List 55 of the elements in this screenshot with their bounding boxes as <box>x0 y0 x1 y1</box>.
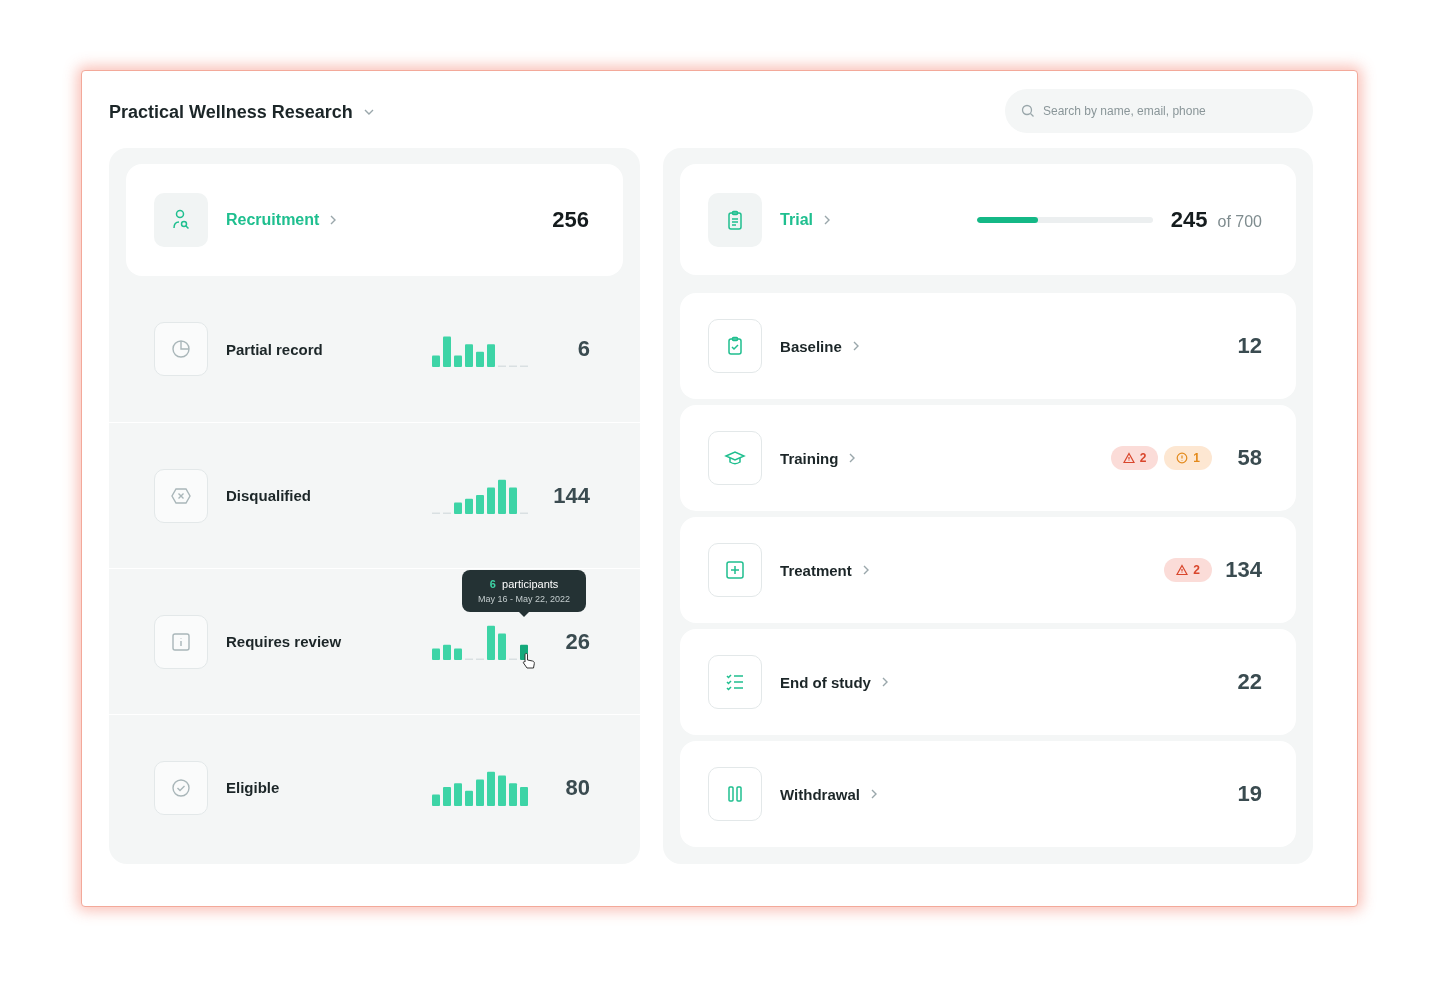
trial-label: Trial <box>780 210 813 229</box>
checklist-icon <box>708 655 763 709</box>
row-label: Requires review <box>226 633 342 650</box>
info-icon <box>154 614 208 669</box>
trial-card[interactable]: Trial 245 of 700 <box>680 164 1296 275</box>
recruitment-row[interactable]: Requires review 6 participants May 16 - May 22, 2022 26 <box>109 568 641 714</box>
hexagon-x-icon <box>154 468 208 523</box>
tooltip-date: May 16 - May 22, 2022 <box>478 593 571 604</box>
chevron-icon <box>880 676 889 688</box>
row-label: Partial record <box>226 340 323 358</box>
chevron-icon <box>869 788 878 800</box>
stage-count: 58 <box>1236 445 1262 471</box>
search-field[interactable]: Search by name, email, phone <box>1005 88 1313 133</box>
stage-label: Baseline <box>780 337 842 355</box>
recruitment-row[interactable]: Eligible 80 <box>109 714 641 860</box>
hand-cursor-icon <box>522 651 537 670</box>
trial-count: 245 <box>1170 206 1208 233</box>
stage-count: 134 <box>1224 557 1262 583</box>
recruitment-label: Recruitment <box>226 211 320 229</box>
plus-square-icon <box>708 543 763 597</box>
stage-label: Withdrawal <box>780 785 860 803</box>
clipboard-check-icon <box>708 319 763 373</box>
row-count: 80 <box>564 774 591 801</box>
tooltip-count: 6 participants <box>488 577 560 590</box>
trial-total: of 700 <box>1217 212 1262 231</box>
stage-count: 12 <box>1236 333 1262 359</box>
pause-icon <box>708 767 763 821</box>
chevron-icon <box>848 452 857 464</box>
stage-card[interactable]: Withdrawal 19 <box>680 741 1296 847</box>
graduation-cap-icon <box>708 431 763 485</box>
stage-card[interactable]: Baseline 12 <box>680 293 1296 399</box>
row-label: Disqualified <box>226 487 311 504</box>
row-count: 26 <box>564 628 591 655</box>
chevron-icon <box>861 564 870 576</box>
stage-card[interactable]: End of study 22 <box>680 629 1296 735</box>
chevron-icon <box>823 213 831 226</box>
chevron-icon <box>851 340 860 352</box>
recruitment-card[interactable]: Recruitment 256 <box>126 164 624 276</box>
pie-chart-icon <box>154 322 208 376</box>
person-search-icon <box>154 193 208 247</box>
study-title: Practical Wellness Research <box>109 101 353 123</box>
stage-count: 19 <box>1236 781 1262 807</box>
stage-label: Treatment <box>780 561 852 579</box>
clipboard-icon <box>708 192 763 247</box>
stage-label: Training <box>780 449 839 467</box>
stage-count: 22 <box>1236 669 1262 695</box>
stage-label: End of study <box>780 673 871 691</box>
row-count: 6 <box>576 336 591 362</box>
recruitment-row[interactable]: Partial record 6 <box>109 276 641 422</box>
row-count: 144 <box>552 482 591 509</box>
row-label: Eligible <box>226 779 280 796</box>
recruitment-count: 256 <box>552 207 590 233</box>
stage-card[interactable]: Treatment 2 134 <box>680 517 1296 623</box>
chevron-icon <box>329 214 338 226</box>
recruitment-row[interactable]: Disqualified 144 <box>109 422 641 568</box>
